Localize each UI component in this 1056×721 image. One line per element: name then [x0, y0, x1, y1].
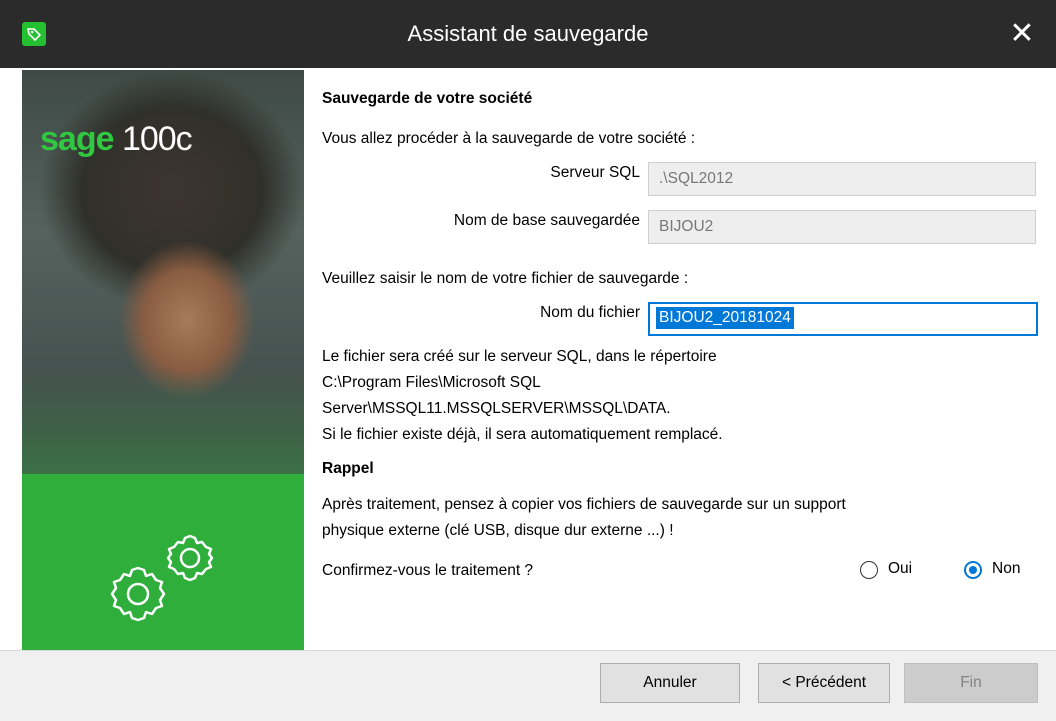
server-field: .\SQL2012 — [648, 162, 1036, 196]
confirm-question: Confirmez-vous le traitement ? — [322, 562, 534, 579]
reminder-text-line: Après traitement, pensez à copier vos fi… — [322, 496, 846, 513]
radio-no[interactable] — [964, 561, 982, 579]
reminder-heading: Rappel — [322, 460, 374, 477]
radio-yes-label[interactable]: Oui — [888, 560, 912, 578]
page-heading: Sauvegarde de votre société — [322, 90, 533, 107]
info-text-line: Si le fichier existe déjà, il sera autom… — [322, 426, 723, 443]
window-title: Assistant de sauvegarde — [407, 21, 649, 46]
previous-button[interactable]: < Précédent — [758, 663, 890, 703]
filename-prompt: Veuillez saisir le nom de votre fichier … — [322, 270, 689, 287]
intro-text: Vous allez procéder à la sauvegarde de v… — [322, 130, 696, 147]
sage-logo: sage 100c — [40, 120, 193, 158]
info-text-line: Server\MSSQL11.MSSQLSERVER\MSSQL\DATA. — [322, 400, 671, 417]
info-text-line: C:\Program Files\Microsoft SQL — [322, 374, 541, 391]
cancel-button[interactable]: Annuler — [600, 663, 740, 703]
radio-yes[interactable] — [860, 561, 878, 579]
radio-no-label[interactable]: Non — [992, 560, 1020, 578]
database-field: BIJOU2 — [648, 210, 1036, 244]
info-text-line: Le fichier sera créé sur le serveur SQL,… — [322, 348, 717, 365]
gears-icon — [110, 534, 214, 622]
filename-label: Nom du fichier — [540, 304, 640, 321]
filename-input-value: BIJOU2_20181024 — [656, 307, 794, 329]
finish-button[interactable]: Fin — [904, 663, 1038, 703]
reminder-text-line: physique externe (clé USB, disque dur ex… — [322, 522, 674, 539]
filename-input[interactable]: BIJOU2_20181024 — [648, 302, 1038, 336]
close-icon[interactable]: ✕ — [988, 0, 1056, 68]
wizard-side-banner: sage 100c — [22, 70, 304, 650]
title-bar: Assistant de sauvegarde ✕ — [0, 0, 1056, 68]
database-label: Nom de base sauvegardée — [453, 212, 640, 229]
backup-wizard-window: Assistant de sauvegarde ✕ sage 100c Sauv… — [0, 0, 1056, 721]
button-bar: Annuler < Précédent Fin — [0, 650, 1056, 721]
server-label: Serveur SQL — [550, 164, 640, 181]
